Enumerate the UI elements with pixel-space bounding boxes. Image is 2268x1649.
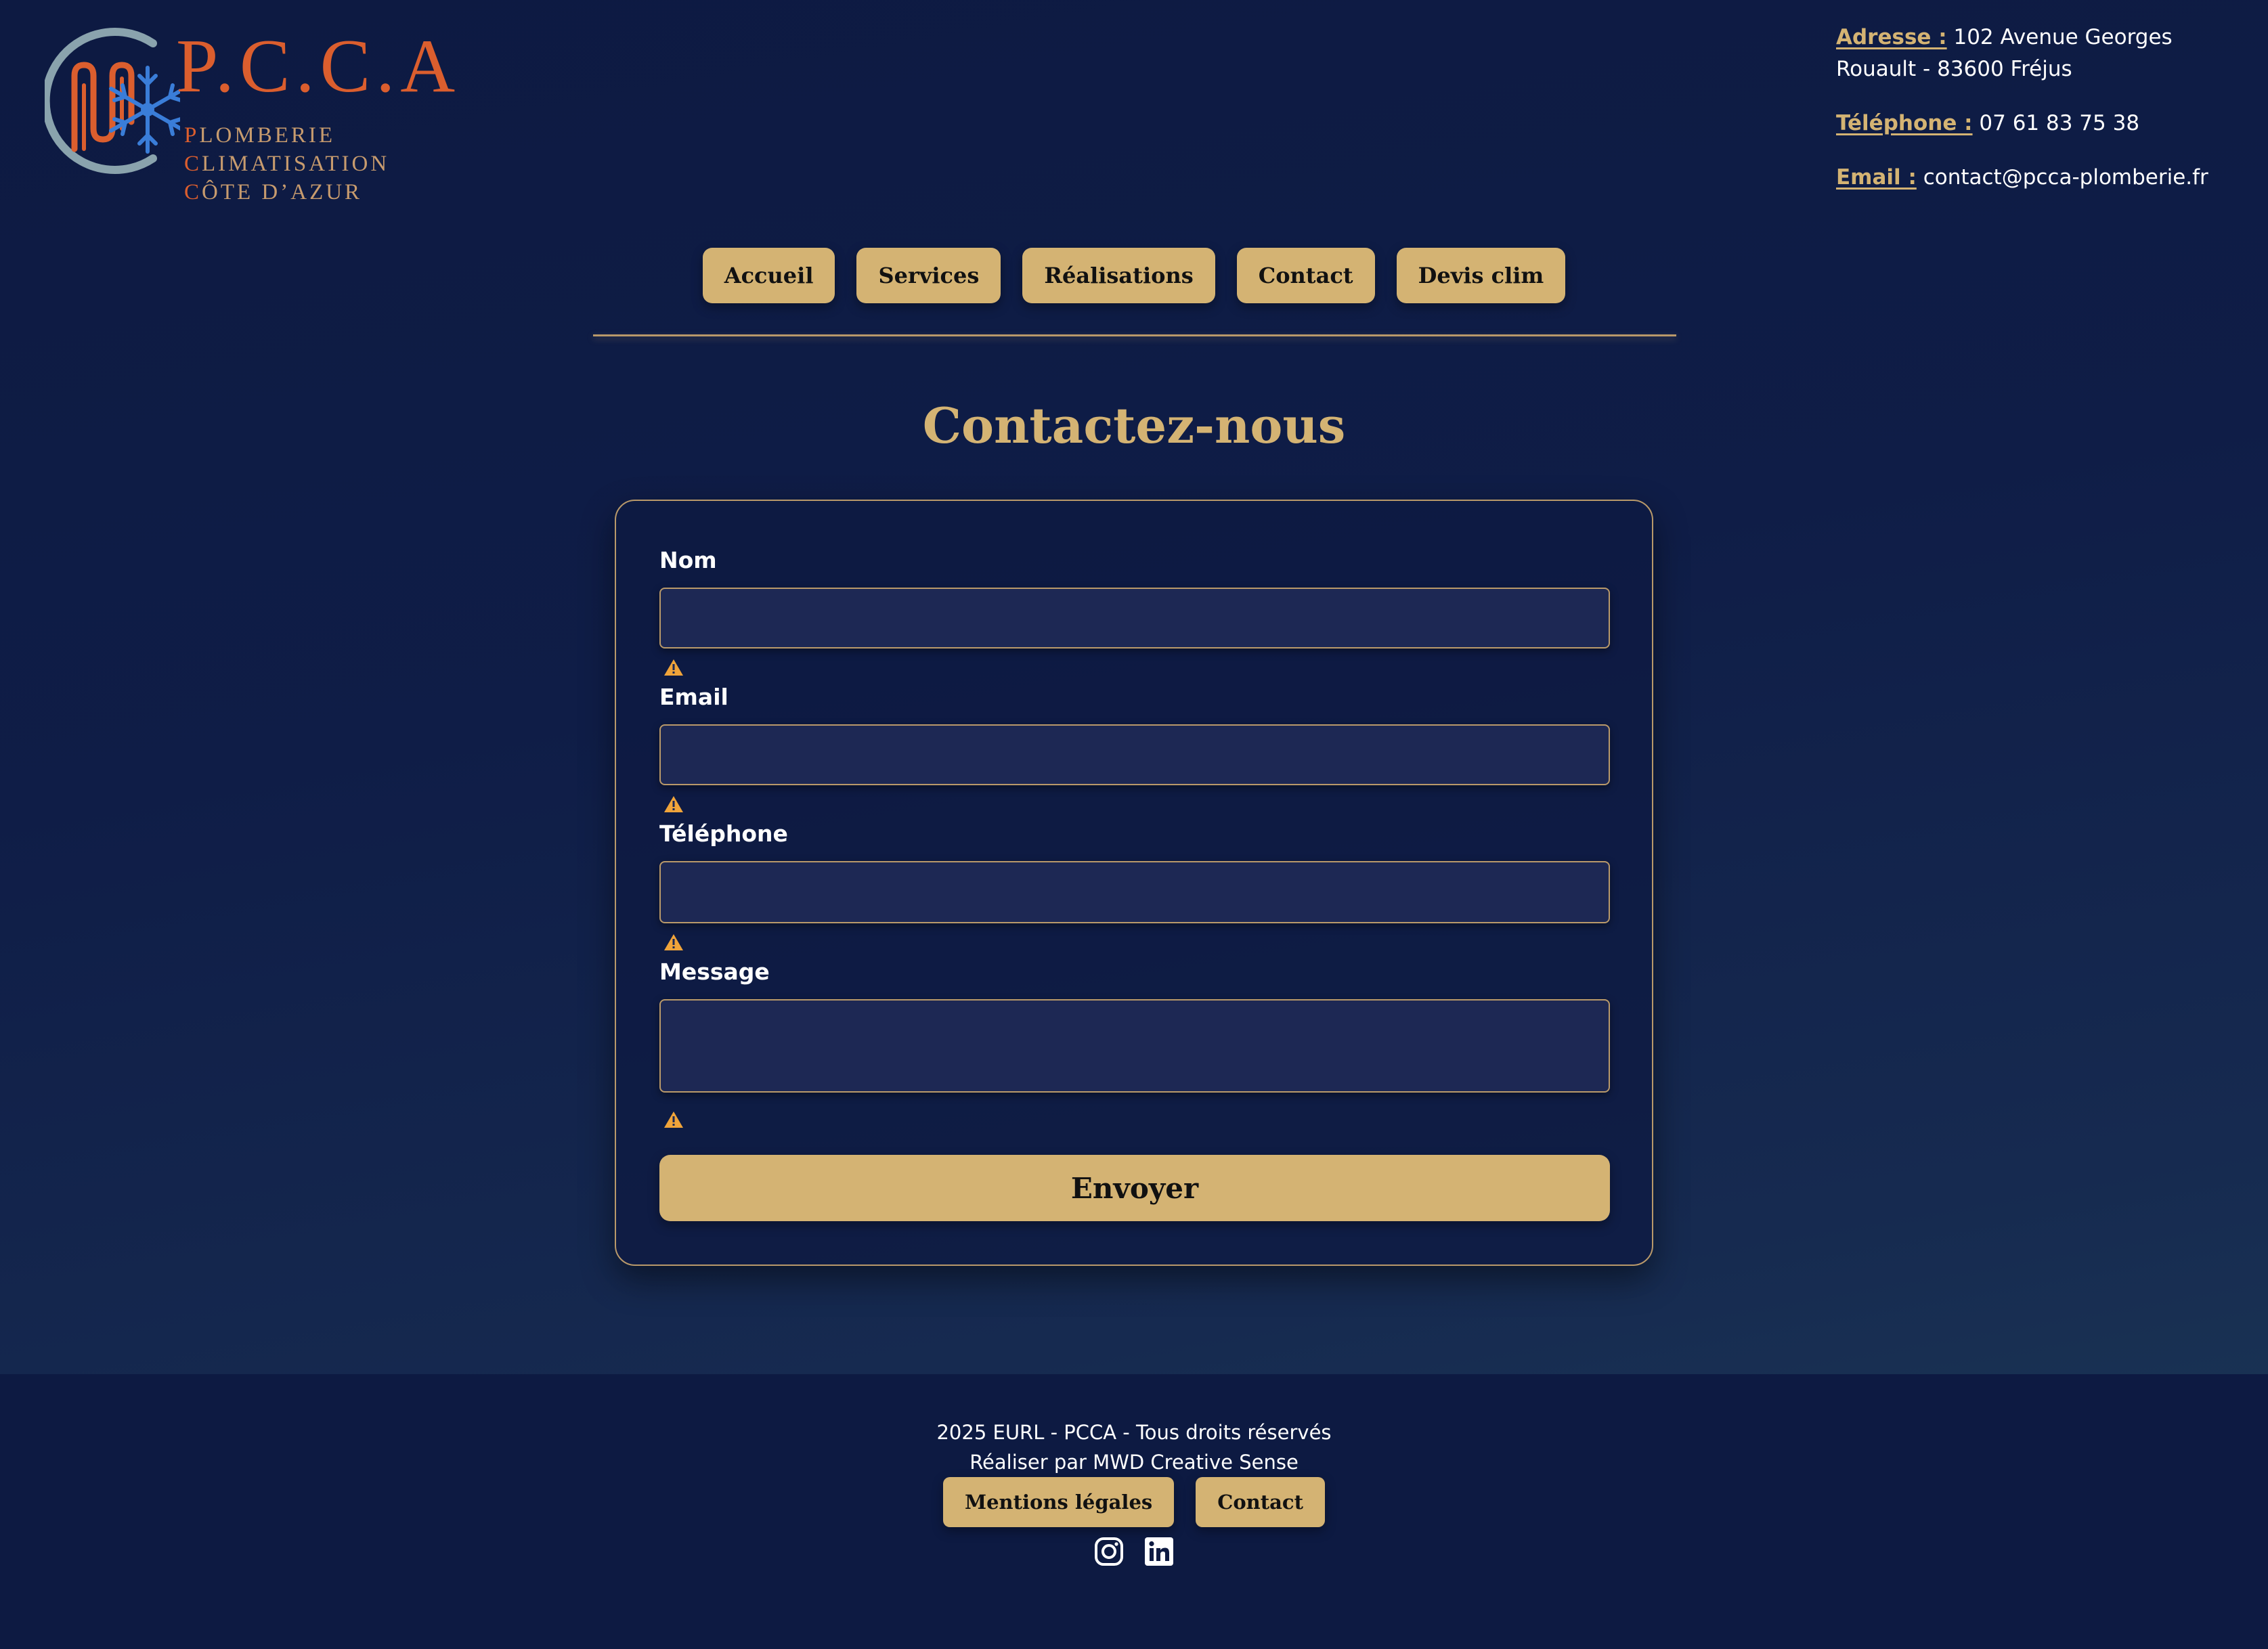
nav-item-services[interactable]: Services [856,248,1001,303]
nav-item-contact[interactable]: Contact [1236,248,1375,303]
pipe-snowflake-logo-icon [45,28,180,174]
linkedin-icon[interactable] [1144,1537,1174,1566]
main-nav: Accueil Services Réalisations Contact De… [0,248,2268,303]
name-input[interactable] [659,588,1610,648]
name-label: Nom [659,547,717,573]
email-input[interactable] [659,724,1610,785]
contact-phone: Téléphone : 07 61 83 75 38 [1836,108,2249,139]
footer-links: Mentions légales Contact [0,1477,2268,1527]
phone-input[interactable] [659,861,1610,923]
site-footer: 2025 EURL - PCCA - Tous droits réservés … [0,1374,2268,1649]
header-contact-info: Adresse : 102 Avenue Georges Rouault - 8… [1836,22,2249,216]
contact-email: Email : contact@pcca-plomberie.fr [1836,162,2249,194]
brand-title: P.C.C.A [176,24,461,108]
contact-form: Nom Email Téléphone Message Envoyer [615,500,1653,1266]
message-label: Message [659,959,770,985]
footer-link-contact[interactable]: Contact [1196,1477,1325,1527]
contact-address: Adresse : 102 Avenue Georges Rouault - 8… [1836,22,2249,85]
message-textarea[interactable] [659,999,1610,1093]
phone-label: Téléphone [659,820,788,847]
brand-line-plomberie: PLOMBERIE [184,123,336,148]
warning-icon [664,1112,683,1128]
nav-item-devis-clim[interactable]: Devis clim [1396,248,1566,303]
footer-copyright: 2025 EURL - PCCA - Tous droits réservés [936,1421,1332,1444]
contact-address-label: Adresse : [1836,25,1947,49]
nav-item-accueil[interactable]: Accueil [702,248,835,303]
footer-credit: Réaliser par MWD Creative Sense [969,1451,1299,1474]
footer-link-mentions-legales[interactable]: Mentions légales [943,1477,1175,1527]
nav-item-realisations[interactable]: Réalisations [1022,248,1215,303]
warning-icon [664,659,683,676]
warning-icon [664,934,683,950]
email-label: Email [659,684,728,710]
brand-line-cote-azur: CÔTE D’AZUR [184,180,363,204]
brand-line-climatisation: CLIMATISATION [184,152,390,176]
warning-icon [664,796,683,812]
submit-button[interactable]: Envoyer [659,1155,1610,1221]
contact-phone-label: Téléphone : [1836,111,1973,135]
brand-logo[interactable]: P.C.C.A PLOMBERIE CLIMATISATION CÔTE D’A… [45,24,464,204]
contact-email-label: Email : [1836,165,1917,190]
page-title: Contactez-nous [922,397,1346,454]
social-links [0,1537,2268,1566]
contact-email-value[interactable]: contact@pcca-plomberie.fr [1923,165,2208,190]
contact-phone-value[interactable]: 07 61 83 75 38 [1979,111,2139,135]
nav-divider [593,334,1676,336]
instagram-icon[interactable] [1094,1537,1124,1566]
